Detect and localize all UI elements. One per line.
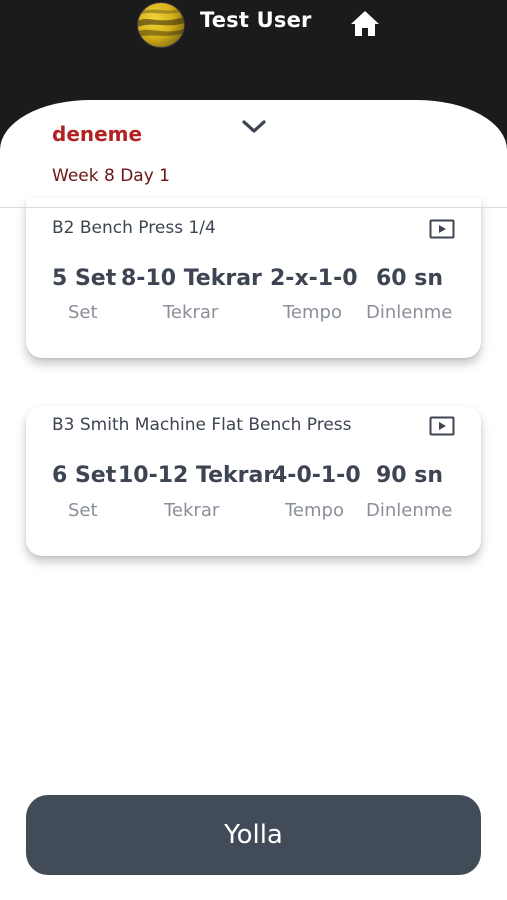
tempo-label: Tempo — [283, 302, 342, 323]
tempo-label: Tempo — [285, 500, 344, 521]
set-value: 6 Set — [52, 463, 117, 488]
play-video-icon[interactable] — [429, 219, 455, 239]
exercise-card[interactable]: B3 Smith Machine Flat Bench Press 6 Set … — [26, 406, 481, 556]
tempo-value: 4-0-1-0 — [272, 463, 361, 488]
home-icon[interactable] — [349, 8, 381, 38]
chevron-down-icon[interactable] — [240, 116, 270, 138]
reps-label: Tekrar — [164, 500, 220, 521]
divider — [0, 207, 507, 208]
exercise-card[interactable]: B2 Bench Press 1/4 5 Set 8-10 Tekrar 2-x… — [26, 198, 481, 358]
program-title: deneme — [52, 122, 143, 146]
set-label: Set — [68, 302, 98, 323]
send-button[interactable]: Yolla — [26, 795, 481, 875]
set-value: 5 Set — [52, 266, 117, 291]
rest-label: Dinlenme — [366, 302, 453, 323]
set-label: Set — [68, 500, 98, 521]
user-avatar[interactable] — [137, 2, 185, 48]
rest-value: 90 sn — [376, 463, 444, 488]
rest-label: Dinlenme — [366, 500, 453, 521]
exercise-name: B2 Bench Press 1/4 — [52, 218, 216, 238]
user-name: Test User — [200, 8, 312, 32]
exercise-name: B3 Smith Machine Flat Bench Press — [52, 415, 352, 435]
reps-value: 10-12 Tekrar — [118, 463, 275, 488]
reps-value: 8-10 Tekrar — [121, 266, 262, 291]
week-day-label: Week 8 Day 1 — [52, 166, 170, 186]
reps-label: Tekrar — [163, 302, 219, 323]
rest-value: 60 sn — [376, 266, 444, 291]
play-video-icon[interactable] — [429, 416, 455, 436]
tempo-value: 2-x-1-0 — [270, 266, 358, 291]
